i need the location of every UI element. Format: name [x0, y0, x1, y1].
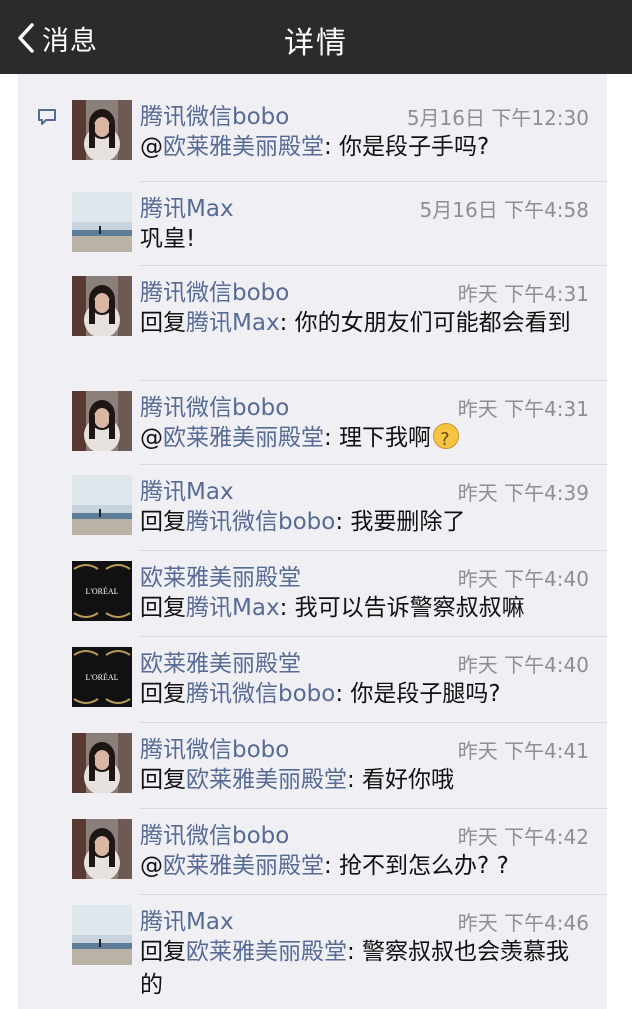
comment-time: 昨天 下午4:46 — [457, 911, 589, 935]
comment-item[interactable]: L'ORÉAL 欧莱雅美丽殿堂 昨天 下午4:40 回复腾讯微信bobo: 你是段子腿… — [18, 637, 607, 723]
avatar-image: L'ORÉAL — [72, 561, 132, 621]
comment-item[interactable]: 腾讯微信bobo 昨天 下午4:31 回复腾讯Max: 你的女朋友们可能都会看到 — [18, 266, 607, 381]
comment-prefix: 回复 — [140, 681, 186, 707]
comment-time: 昨天 下午4:31 — [457, 397, 589, 421]
svg-text:L'ORÉAL: L'ORÉAL — [86, 672, 119, 682]
comment-time: 昨天 下午4:31 — [457, 282, 589, 306]
comment-content: : 你的女朋友们可能都会看到 — [279, 310, 571, 336]
mention-link[interactable]: 欧莱雅美丽殿堂 — [163, 425, 324, 451]
mention-link[interactable]: 欧莱雅美丽殿堂 — [163, 134, 324, 160]
commenter-name[interactable]: 腾讯Max — [140, 902, 234, 936]
comment-content: : 你是段子手吗? — [324, 134, 490, 160]
comment-prefix: 回复 — [140, 939, 186, 965]
comment-prefix: 回复 — [140, 509, 186, 535]
mention-link[interactable]: 腾讯微信bobo — [186, 509, 335, 535]
comment-time: 5月16日 下午12:30 — [406, 106, 589, 130]
avatar[interactable] — [72, 276, 132, 336]
avatar[interactable] — [72, 733, 132, 793]
comment-time: 昨天 下午4:39 — [457, 481, 589, 505]
comment-text: @欧莱雅美丽殿堂: 理下我啊 — [140, 422, 590, 456]
comment-prefix: 回复 — [140, 595, 186, 621]
commenter-name[interactable]: 腾讯微信bobo — [140, 97, 289, 131]
comment-text: 回复腾讯微信bobo: 我要删除了 — [140, 506, 590, 539]
mention-link[interactable]: 腾讯Max — [186, 595, 280, 621]
svg-text:L'ORÉAL: L'ORÉAL — [86, 586, 119, 596]
comment-text: 回复腾讯Max: 你的女朋友们可能都会看到 — [140, 307, 590, 340]
page-title: 详情 — [284, 26, 348, 61]
avatar[interactable] — [72, 819, 132, 879]
commenter-name[interactable]: 腾讯微信bobo — [140, 730, 289, 764]
commenter-name[interactable]: 腾讯Max — [140, 472, 234, 506]
comment-prefix: @ — [140, 134, 163, 160]
commenter-name[interactable]: 欧莱雅美丽殿堂 — [140, 558, 301, 592]
commenter-name[interactable]: 腾讯Max — [140, 189, 234, 223]
comment-content: : 我可以告诉警察叔叔嘛 — [279, 595, 525, 621]
avatar-image — [72, 733, 132, 793]
avatar-image — [72, 391, 132, 451]
comment-prefix: 回复 — [140, 310, 186, 336]
mention-link[interactable]: 欧莱雅美丽殿堂 — [186, 767, 347, 793]
mention-link[interactable]: 欧莱雅美丽殿堂 — [163, 853, 324, 879]
comment-item[interactable]: 腾讯Max 5月16日 下午4:58 巩皇! — [18, 182, 607, 266]
comment-text: 回复欧莱雅美丽殿堂: 警察叔叔也会羡慕我的 — [140, 936, 590, 1002]
commenter-name[interactable]: 腾讯微信bobo — [140, 816, 289, 850]
comment-content: : 看好你哦 — [347, 767, 455, 793]
avatar-image: L'ORÉAL — [72, 647, 132, 707]
mention-link[interactable]: 腾讯Max — [186, 310, 280, 336]
comment-content: : 理下我啊 — [324, 425, 432, 451]
comment-item[interactable]: 腾讯Max 昨天 下午4:46 回复欧莱雅美丽殿堂: 警察叔叔也会羡慕我的 — [18, 895, 607, 998]
comment-item[interactable]: 腾讯微信bobo 昨天 下午4:31 @欧莱雅美丽殿堂: 理下我啊 — [18, 381, 607, 465]
comment-prefix: @ — [140, 853, 163, 879]
navigation-bar: 消息 详情 — [0, 0, 632, 74]
avatar-image — [72, 905, 132, 965]
commenter-name[interactable]: 腾讯微信bobo — [140, 388, 289, 422]
comment-prefix: 回复 — [140, 767, 186, 793]
comment-time: 昨天 下午4:41 — [457, 739, 589, 763]
avatar-image — [72, 276, 132, 336]
commenter-name[interactable]: 腾讯微信bobo — [140, 273, 289, 307]
comment-list: 腾讯微信bobo 5月16日 下午12:30 @欧莱雅美丽殿堂: 你是段子手吗? 腾讯… — [18, 90, 607, 998]
comment-content: : 我要删除了 — [335, 509, 466, 535]
avatar-image — [72, 819, 132, 879]
comment-text: 巩皇! — [140, 223, 590, 256]
avatar[interactable] — [72, 475, 132, 535]
avatar[interactable] — [72, 192, 132, 252]
comment-text: 回复腾讯Max: 我可以告诉警察叔叔嘛 — [140, 592, 590, 625]
comment-time: 昨天 下午4:42 — [457, 825, 589, 849]
comment-time: 昨天 下午4:40 — [457, 653, 589, 677]
mention-link[interactable]: 欧莱雅美丽殿堂 — [186, 939, 347, 965]
mention-link[interactable]: 腾讯微信bobo — [186, 681, 335, 707]
avatar[interactable]: L'ORÉAL — [72, 561, 132, 621]
commenter-name[interactable]: 欧莱雅美丽殿堂 — [140, 644, 301, 678]
comment-item[interactable]: 腾讯Max 昨天 下午4:39 回复腾讯微信bobo: 我要删除了 — [18, 465, 607, 551]
avatar[interactable]: L'ORÉAL — [72, 647, 132, 707]
comment-item[interactable]: 腾讯微信bobo 昨天 下午4:41 回复欧莱雅美丽殿堂: 看好你哦 — [18, 723, 607, 809]
avatar-image — [72, 100, 132, 160]
avatar[interactable] — [72, 100, 132, 160]
avatar-image — [72, 475, 132, 535]
avatar[interactable] — [72, 905, 132, 965]
thinking-emoji-icon — [433, 423, 460, 456]
avatar-image — [72, 192, 132, 252]
comment-item[interactable]: L'ORÉAL 欧莱雅美丽殿堂 昨天 下午4:40 回复腾讯Max: 我可以告诉警察叔… — [18, 551, 607, 637]
comment-time: 5月16日 下午4:58 — [419, 198, 589, 222]
comment-content: : 你是段子腿吗? — [335, 681, 501, 707]
comment-content: 巩皇! — [140, 226, 196, 252]
comment-text: 回复腾讯微信bobo: 你是段子腿吗? — [140, 678, 590, 711]
comment-item[interactable]: 腾讯微信bobo 5月16日 下午12:30 @欧莱雅美丽殿堂: 你是段子手吗? — [18, 90, 607, 182]
comment-content: : 抢不到怎么办? ? — [324, 853, 509, 879]
comment-time: 昨天 下午4:40 — [457, 567, 589, 591]
avatar[interactable] — [72, 391, 132, 451]
comment-prefix: @ — [140, 425, 163, 451]
comment-item[interactable]: 腾讯微信bobo 昨天 下午4:42 @欧莱雅美丽殿堂: 抢不到怎么办? ? — [18, 809, 607, 895]
comment-text: @欧莱雅美丽殿堂: 你是段子手吗? — [140, 131, 590, 164]
comment-text: @欧莱雅美丽殿堂: 抢不到怎么办? ? — [140, 850, 590, 883]
comment-text: 回复欧莱雅美丽殿堂: 看好你哦 — [140, 764, 590, 797]
